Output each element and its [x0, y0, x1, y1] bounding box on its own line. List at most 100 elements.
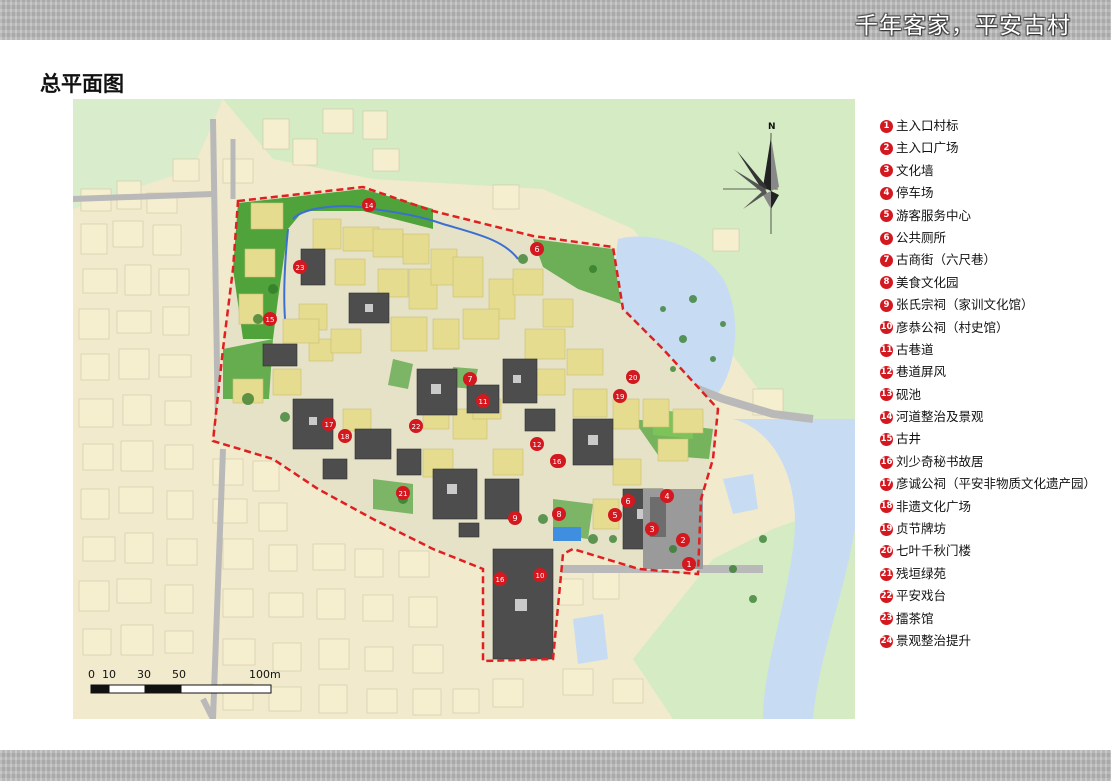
legend-item[interactable]: 12 巷道屏风	[880, 361, 1110, 383]
legend-number-badge: 6	[880, 231, 893, 245]
map-marker[interactable]: 12	[530, 437, 544, 451]
legend-label: 刘少奇秘书故居	[896, 453, 984, 469]
map-marker[interactable]: 5	[608, 508, 622, 522]
legend-item[interactable]: 3 文化墙	[880, 160, 1110, 182]
svg-text:1: 1	[686, 560, 691, 569]
map-marker[interactable]: 19	[613, 389, 627, 403]
inkstone-pond	[553, 527, 581, 541]
map-marker[interactable]: 17	[322, 417, 336, 431]
legend-item[interactable]: 7 古商街（六尺巷）	[880, 249, 1110, 271]
map-marker[interactable]: 11	[476, 394, 490, 408]
map-marker[interactable]: 4	[660, 489, 674, 503]
legend-label: 残垣绿苑	[896, 565, 947, 581]
legend-item[interactable]: 14 河道整治及景观	[880, 406, 1110, 428]
legend-item[interactable]: 16 刘少奇秘书故居	[880, 451, 1110, 473]
legend-number-badge: 9	[880, 298, 893, 312]
legend-item[interactable]: 2 主入口广场	[880, 137, 1110, 159]
map-marker[interactable]: 3	[645, 522, 659, 536]
legend-number-badge: 7	[880, 254, 893, 268]
scale-bar	[90, 684, 272, 694]
legend-item[interactable]: 1 主入口村标	[880, 115, 1110, 137]
map-marker[interactable]: 2	[676, 533, 690, 547]
legend-item[interactable]: 21 残垣绿苑	[880, 563, 1110, 585]
legend-label: 游客服务中心	[896, 207, 972, 223]
site-plan-map[interactable]: N 0 10 30 50 100m 1 2 3 4 5 6 6 7 8 9 10…	[73, 99, 855, 719]
legend-label: 平安戏台	[896, 588, 947, 604]
map-marker[interactable]: 20	[626, 370, 640, 384]
header-title: 千年客家，平安古村	[855, 13, 1071, 39]
scale-segment	[180, 684, 272, 694]
legend-item[interactable]: 17 彦诚公祠（平安非物质文化遗产园）	[880, 473, 1110, 495]
map-marker[interactable]: 10	[533, 568, 547, 582]
legend: 1 主入口村标 2 主入口广场 3 文化墙 4 停车场 5 游客服务中心 6 公共厕所 7 古商街（六尺巷…	[880, 115, 1110, 652]
legend-label: 主入口广场	[896, 140, 959, 156]
legend-label: 非遗文化广场	[896, 498, 972, 514]
legend-label: 彦恭公祠（村史馆）	[896, 319, 1009, 335]
legend-label: 彦诚公祠（平安非物质文化遗产园）	[896, 476, 1097, 492]
legend-item[interactable]: 6 公共厕所	[880, 227, 1110, 249]
map-marker[interactable]: 23	[293, 260, 307, 274]
legend-label: 巷道屏风	[896, 364, 947, 380]
svg-text:14: 14	[365, 202, 374, 210]
scale-label: 50	[172, 668, 186, 681]
svg-text:20: 20	[629, 374, 638, 382]
legend-item[interactable]: 10 彦恭公祠（村史馆）	[880, 317, 1110, 339]
map-marker[interactable]: 7	[463, 372, 477, 386]
svg-text:17: 17	[325, 421, 334, 429]
scale-label: 10	[102, 668, 116, 681]
legend-item[interactable]: 15 古井	[880, 428, 1110, 450]
legend-item[interactable]: 8 美食文化园	[880, 272, 1110, 294]
legend-item[interactable]: 22 平安戏台	[880, 585, 1110, 607]
legend-number-badge: 11	[880, 343, 893, 357]
svg-text:2: 2	[680, 536, 685, 545]
legend-label: 擂茶馆	[896, 610, 934, 626]
legend-number-badge: 15	[880, 433, 893, 447]
map-marker[interactable]: 21	[396, 486, 410, 500]
legend-item[interactable]: 5 游客服务中心	[880, 205, 1110, 227]
legend-item[interactable]: 13 砚池	[880, 384, 1110, 406]
legend-item[interactable]: 19 贞节牌坊	[880, 518, 1110, 540]
map-marker[interactable]: 14	[362, 198, 376, 212]
svg-text:22: 22	[412, 423, 421, 431]
svg-text:6: 6	[534, 245, 539, 254]
legend-number-badge: 16	[880, 455, 893, 469]
legend-number-badge: 21	[880, 567, 893, 581]
map-marker[interactable]: 6	[621, 494, 635, 508]
legend-number-badge: 24	[880, 634, 893, 648]
legend-item[interactable]: 11 古巷道	[880, 339, 1110, 361]
map-marker[interactable]: 22	[409, 419, 423, 433]
svg-text:16: 16	[553, 458, 562, 466]
legend-label: 古巷道	[896, 341, 934, 357]
legend-number-badge: 12	[880, 365, 893, 379]
svg-text:12: 12	[533, 441, 542, 449]
map-marker[interactable]: 6	[530, 242, 544, 256]
map-marker[interactable]: 8	[552, 507, 566, 521]
legend-number-badge: 19	[880, 522, 893, 536]
scale-label: 100m	[249, 668, 281, 681]
legend-item[interactable]: 23 擂茶馆	[880, 608, 1110, 630]
legend-item[interactable]: 24 景观整治提升	[880, 630, 1110, 652]
svg-text:15: 15	[266, 316, 275, 324]
legend-item[interactable]: 20 七叶千秋门楼	[880, 540, 1110, 562]
legend-item[interactable]: 18 非遗文化广场	[880, 496, 1110, 518]
svg-text:4: 4	[664, 492, 669, 501]
legend-number-badge: 17	[880, 477, 893, 491]
map-marker[interactable]: 9	[508, 511, 522, 525]
legend-label: 张氏宗祠（家训文化馆）	[896, 297, 1034, 313]
svg-text:23: 23	[296, 264, 305, 272]
legend-number-badge: 23	[880, 612, 893, 626]
legend-label: 古井	[896, 431, 922, 447]
map-marker[interactable]: 18	[338, 429, 352, 443]
map-marker[interactable]: 1	[682, 557, 696, 571]
legend-number-badge: 8	[880, 276, 893, 290]
legend-label: 停车场	[896, 185, 934, 201]
svg-text:3: 3	[649, 525, 654, 534]
map-marker[interactable]: 16	[493, 572, 507, 586]
legend-item[interactable]: 4 停车场	[880, 182, 1110, 204]
map-marker[interactable]: 15	[263, 312, 277, 326]
footer-band	[0, 750, 1111, 781]
legend-label: 七叶千秋门楼	[896, 543, 972, 559]
legend-item[interactable]: 9 张氏宗祠（家训文化馆）	[880, 294, 1110, 316]
map-marker[interactable]: 16	[550, 454, 564, 468]
legend-label: 景观整治提升	[896, 632, 972, 648]
